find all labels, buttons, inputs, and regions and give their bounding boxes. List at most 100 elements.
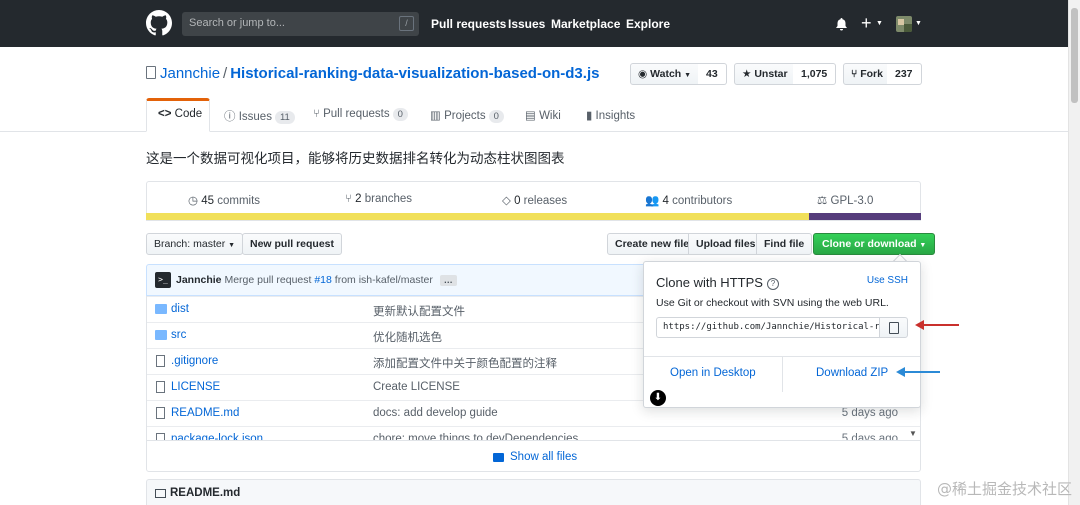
history-icon: ◷	[188, 195, 199, 207]
tab-issues[interactable]: ⓘ Issues 11	[224, 108, 295, 124]
blue-annotation-arrow	[896, 367, 940, 377]
page-scrollbar-thumb[interactable]	[1071, 8, 1078, 103]
fork-count[interactable]: 237	[887, 63, 922, 85]
git-branch-icon: ⑂	[345, 193, 352, 205]
show-all-files-link[interactable]: Show all files	[510, 451, 577, 463]
use-ssh-link[interactable]: Use SSH	[867, 275, 908, 286]
clippy-icon	[889, 322, 899, 334]
file-name-link[interactable]: .gitignore	[171, 355, 218, 367]
file-name-link[interactable]: dist	[171, 303, 189, 315]
star-icon: ★	[742, 68, 752, 80]
book-icon	[155, 489, 166, 498]
releases-link[interactable]: ◇ 0 releases	[502, 193, 567, 207]
language-bar-css	[809, 213, 921, 220]
code-icon: <>	[158, 108, 172, 120]
clone-url-input[interactable]: https://github.com/Jannchie/Historical-r	[656, 317, 880, 338]
tab-projects[interactable]: ▥ Projects 0	[430, 108, 504, 123]
license-link[interactable]: ⚖ GPL-3.0	[817, 193, 873, 207]
file-commit-message[interactable]: chore: move things to devDependencies	[373, 433, 578, 440]
eye-icon: ◉	[638, 68, 648, 80]
file-name-link[interactable]: src	[171, 329, 186, 341]
repo-icon	[146, 66, 156, 79]
book-icon: ▤	[525, 110, 536, 122]
repo-name-link[interactable]: Historical-ranking-data-visualization-ba…	[230, 65, 599, 82]
readme-header: README.md	[146, 479, 921, 505]
commit-author-link[interactable]: Jannchie	[176, 274, 222, 286]
new-pull-request-button[interactable]: New pull request	[242, 233, 343, 255]
commit-expand-button[interactable]: …	[439, 275, 457, 286]
contributors-link[interactable]: 👥 4 contributors	[645, 193, 732, 207]
folder-icon	[493, 453, 504, 462]
file-commit-message[interactable]: docs: add develop guide	[373, 407, 498, 419]
bell-icon[interactable]	[835, 17, 848, 31]
file-icon	[156, 355, 165, 367]
page-scrollbar[interactable]	[1068, 0, 1080, 505]
upload-files-button[interactable]: Upload files	[688, 233, 764, 255]
unstar-button[interactable]: ★ Unstar	[734, 63, 796, 85]
search-input[interactable]: Search or jump to... /	[182, 12, 419, 36]
chevron-down-icon: ▼	[684, 72, 692, 79]
fork-button[interactable]: ⑂ Fork	[843, 63, 891, 85]
tab-insights[interactable]: ▮ Insights	[586, 108, 635, 122]
clone-subtitle: Use Git or checkout with SVN using the w…	[656, 297, 889, 309]
tab-pull-requests[interactable]: ⑂ Pull requests 0	[313, 108, 408, 121]
file-name-link[interactable]: package-lock.json	[171, 433, 263, 440]
language-bar[interactable]	[146, 213, 921, 220]
tag-icon: ◇	[502, 195, 511, 207]
plus-icon[interactable]: +	[861, 14, 872, 32]
avatar[interactable]	[896, 16, 912, 32]
find-file-button[interactable]: Find file	[756, 233, 813, 255]
download-arrow-icon: ⬇	[650, 390, 666, 406]
commit-message-prefix[interactable]: Merge pull request	[224, 274, 311, 286]
nav-pull-requests[interactable]: Pull requests	[431, 17, 506, 31]
chevron-down-icon: ▼	[228, 242, 236, 249]
file-commit-message[interactable]: 更新默认配置文件	[373, 303, 465, 319]
law-icon: ⚖	[817, 195, 828, 207]
scroll-down-arrow-icon[interactable]: ▼	[909, 429, 917, 438]
create-new-file-button[interactable]: Create new file	[607, 233, 698, 255]
readme-title: README.md	[170, 487, 241, 499]
projects-counter: 0	[488, 110, 504, 123]
repo-owner-link[interactable]: Jannchie	[160, 65, 220, 82]
commit-message-suffix[interactable]: from ish-kafel/master	[335, 274, 433, 286]
file-row[interactable]: package-lock.json chore: move things to d…	[147, 426, 920, 440]
file-commit-message[interactable]: Create LICENSE	[373, 381, 460, 393]
commit-pr-link[interactable]: #18	[314, 274, 332, 286]
nav-marketplace[interactable]: Marketplace	[551, 17, 620, 31]
fork-label: Fork	[860, 68, 883, 80]
graph-icon: ▮	[586, 110, 593, 122]
branches-link[interactable]: ⑂ 2 branches	[345, 193, 412, 205]
nav-issues[interactable]: Issues	[508, 17, 545, 31]
nav-explore[interactable]: Explore	[626, 17, 670, 31]
branch-select-button[interactable]: Branch: master ▼	[146, 233, 244, 255]
terminal-avatar-icon[interactable]: >_	[155, 272, 171, 288]
open-in-desktop-button[interactable]: Open in Desktop	[670, 367, 756, 379]
watch-button[interactable]: ◉ Watch ▼	[630, 63, 700, 85]
star-count[interactable]: 1,075	[793, 63, 837, 85]
search-placeholder: Search or jump to...	[189, 17, 285, 29]
fork-icon: ⑂	[851, 68, 858, 80]
watch-count[interactable]: 43	[698, 63, 727, 85]
file-commit-message[interactable]: 优化随机选色	[373, 329, 442, 345]
clone-dropdown: Clone with HTTPS? Use SSH Use Git or che…	[643, 261, 921, 408]
tab-wiki[interactable]: ▤ Wiki	[525, 108, 561, 122]
show-all-files-bar[interactable]: Show all files	[146, 440, 921, 472]
copy-to-clipboard-button[interactable]	[879, 317, 908, 338]
clone-title: Clone with HTTPS?	[656, 275, 779, 290]
unstar-label: Unstar	[754, 68, 788, 80]
pulls-counter: 0	[392, 108, 408, 121]
file-name-link[interactable]: README.md	[171, 407, 239, 419]
commits-link[interactable]: ◷ 45 commits	[188, 193, 260, 207]
file-commit-message[interactable]: 添加配置文件中关于颜色配置的注释	[373, 355, 557, 371]
file-name-link[interactable]: LICENSE	[171, 381, 220, 393]
download-zip-button[interactable]: Download ZIP	[816, 367, 888, 379]
people-icon: 👥	[645, 195, 660, 207]
file-icon	[156, 407, 165, 419]
chevron-down-icon: ▼	[915, 20, 922, 27]
question-icon[interactable]: ?	[766, 278, 779, 290]
clone-or-download-button[interactable]: Clone or download ▼	[813, 233, 936, 255]
chevron-down-icon: ▼	[876, 20, 883, 27]
folder-icon	[155, 330, 167, 340]
github-logo-icon[interactable]	[146, 10, 172, 36]
repo-title: Jannchie / Historical-ranking-data-visuali…	[160, 65, 599, 82]
